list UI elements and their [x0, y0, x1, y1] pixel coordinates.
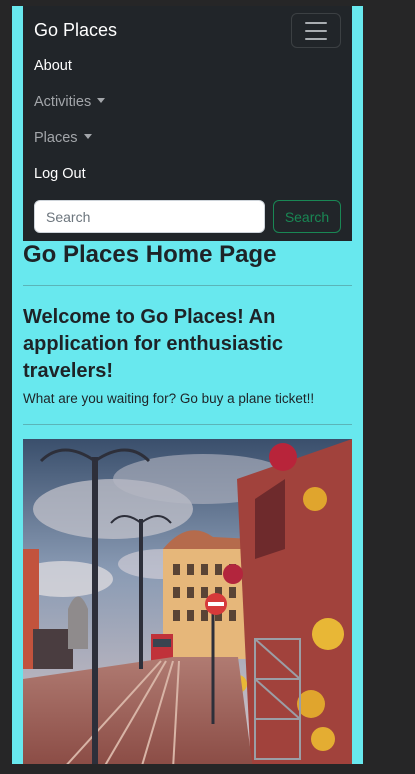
nav-link-about[interactable]: About: [34, 58, 72, 74]
nav-dropdown-activities[interactable]: Activities: [34, 94, 106, 110]
brand-link[interactable]: Go Places: [34, 20, 117, 41]
search-input[interactable]: [34, 200, 265, 233]
nav-dropdown-places[interactable]: Places: [34, 130, 92, 146]
menu-toggle-button[interactable]: [291, 13, 341, 48]
navbar: Go Places About Activities Places Log Ou…: [23, 6, 352, 241]
caret-down-icon: [97, 98, 106, 103]
caret-down-icon: [83, 134, 92, 139]
search-button[interactable]: Search: [273, 200, 341, 233]
hamburger-icon: [305, 21, 327, 24]
nav-link-logout[interactable]: Log Out: [34, 166, 86, 182]
hero-image: [23, 439, 352, 764]
divider: [23, 285, 352, 286]
welcome-heading: Welcome to Go Places! An application for…: [23, 306, 284, 382]
divider: [23, 424, 352, 425]
page-title: Go Places Home Page: [23, 241, 277, 268]
tagline-text: What are you waiting for? Go buy a plane…: [23, 391, 315, 406]
app-viewport: Go Places About Activities Places Log Ou…: [12, 6, 363, 764]
